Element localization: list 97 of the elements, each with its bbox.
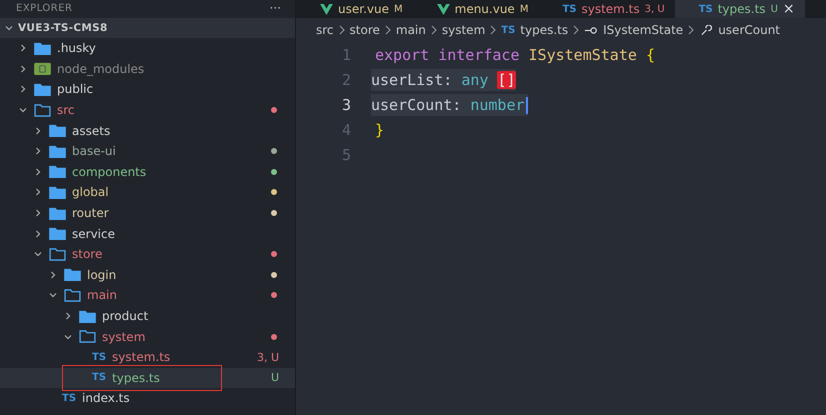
typescript-file-icon: TS: [92, 352, 106, 363]
folder-icon: [34, 42, 51, 55]
breadcrumb-item[interactable]: main: [396, 23, 426, 37]
file-tree-item[interactable]: node_modules: [0, 58, 295, 80]
interface-icon: [584, 24, 598, 36]
typescript-file-icon: TS: [92, 372, 106, 384]
code-line: }: [375, 120, 384, 140]
file-name: router: [72, 206, 110, 220]
file-tree-item[interactable]: .husky: [0, 38, 295, 59]
node-folder-icon: [34, 62, 51, 76]
file-name: index.ts: [82, 391, 131, 406]
tab-status-label: M: [394, 4, 403, 14]
folder-icon: [49, 144, 66, 158]
close-tab-button[interactable]: ×: [782, 1, 795, 17]
file-tree-item[interactable]: components: [0, 162, 295, 182]
explorer-title: EXPLORER: [16, 2, 72, 14]
vue-file-icon: [436, 4, 450, 14]
tab-status-label: U: [770, 4, 778, 14]
file-tree-item[interactable]: store: [0, 244, 295, 265]
file-name: system: [102, 330, 146, 344]
tab-status-label: 3, U: [644, 4, 665, 14]
tab-label: types.ts: [718, 2, 766, 16]
typescript-file-icon: TS: [698, 4, 713, 14]
file-name: global: [72, 185, 110, 200]
vue-file-icon: [320, 4, 333, 14]
file-tree-item[interactable]: TS index.ts: [0, 388, 295, 409]
folder-icon: [34, 82, 51, 96]
file-name: main: [87, 288, 118, 302]
file-tree-item[interactable]: src: [0, 100, 295, 120]
breadcrumb-item[interactable]: store: [350, 23, 380, 37]
open-folder-icon: [49, 248, 66, 261]
git-status-label: 3, U: [256, 350, 279, 364]
file-name: base-ui: [72, 144, 117, 158]
breadcrumb-item[interactable]: system: [442, 23, 486, 37]
line-number: 3: [340, 96, 351, 114]
line-number: 5: [340, 146, 351, 164]
file-tree-item[interactable]: service: [0, 223, 295, 244]
file-tree-item[interactable]: product: [0, 306, 295, 326]
chevron-icon: [384, 25, 391, 35]
project-root-row[interactable]: VUE3-TS-CMS8: [0, 18, 295, 38]
folder-icon: [49, 206, 66, 220]
tab-label: system.ts: [581, 2, 640, 16]
folder-icon: [49, 227, 66, 240]
chevron-icon: [490, 25, 496, 35]
file-name: node_modules: [57, 62, 146, 76]
file-tree-item[interactable]: router: [0, 202, 295, 224]
chevron-icon: [338, 25, 345, 35]
file-name: login: [87, 268, 118, 282]
file-tree-item[interactable]: main: [0, 285, 295, 306]
tab-label: menu.vue: [454, 2, 515, 16]
file-tree-item[interactable]: base-ui: [0, 140, 295, 162]
tab-status-label: M: [520, 4, 528, 14]
open-folder-icon: [79, 330, 96, 344]
breadcrumb-item[interactable]: types.ts: [520, 23, 568, 37]
tab-label: user.vue: [338, 2, 389, 16]
line-number: 1: [340, 46, 351, 64]
wrench-icon: [699, 24, 714, 36]
breadcrumb-item[interactable]: src: [316, 23, 334, 37]
open-folder-icon: [34, 104, 51, 117]
line-number: 2: [340, 70, 351, 88]
more-actions-button[interactable]: ···: [270, 2, 281, 14]
breadcrumb-item[interactable]: userCount: [718, 23, 780, 37]
file-name: src: [57, 103, 76, 118]
file-tree-item[interactable]: TS system.ts 3, U: [0, 346, 295, 368]
typescript-file-icon: TS: [62, 392, 76, 404]
file-name: store: [72, 247, 104, 262]
code-line: export interface ISystemState {: [375, 44, 655, 66]
folder-icon: [49, 165, 66, 178]
line-number: 4: [340, 120, 351, 138]
typescript-file-icon: TS: [562, 4, 576, 14]
editor-tab[interactable]: TS types.ts U ×: [674, 0, 805, 18]
file-tree-item[interactable]: assets: [0, 120, 295, 141]
folder-icon: [49, 124, 66, 138]
folder-icon: [64, 268, 81, 282]
git-status-label: U: [270, 371, 279, 384]
file-name: types.ts: [112, 370, 161, 385]
folder-icon: [79, 310, 96, 323]
file-tree-item[interactable]: public: [0, 79, 295, 100]
breadcrumb-item[interactable]: ISystemState: [603, 23, 684, 37]
file-name: public: [57, 82, 94, 96]
file-name: product: [102, 309, 150, 324]
file-name: .husky: [57, 41, 97, 56]
chevron-icon: [430, 25, 437, 35]
file-name: components: [72, 164, 148, 179]
open-folder-icon: [64, 288, 81, 302]
file-name: assets: [72, 124, 112, 138]
file-tree-item[interactable]: TS types.ts U: [0, 368, 295, 388]
file-tree-item[interactable]: system: [0, 326, 295, 347]
typescript-file-icon: TS: [501, 24, 516, 36]
file-tree-item[interactable]: global: [0, 182, 295, 203]
chevron-icon: [573, 25, 580, 35]
file-tree-item[interactable]: login: [0, 264, 295, 286]
file-name: service: [72, 226, 116, 241]
chevron-icon: [688, 25, 694, 35]
folder-icon: [49, 186, 66, 199]
chevron-icon: [4, 23, 14, 33]
file-name: system.ts: [112, 350, 172, 364]
